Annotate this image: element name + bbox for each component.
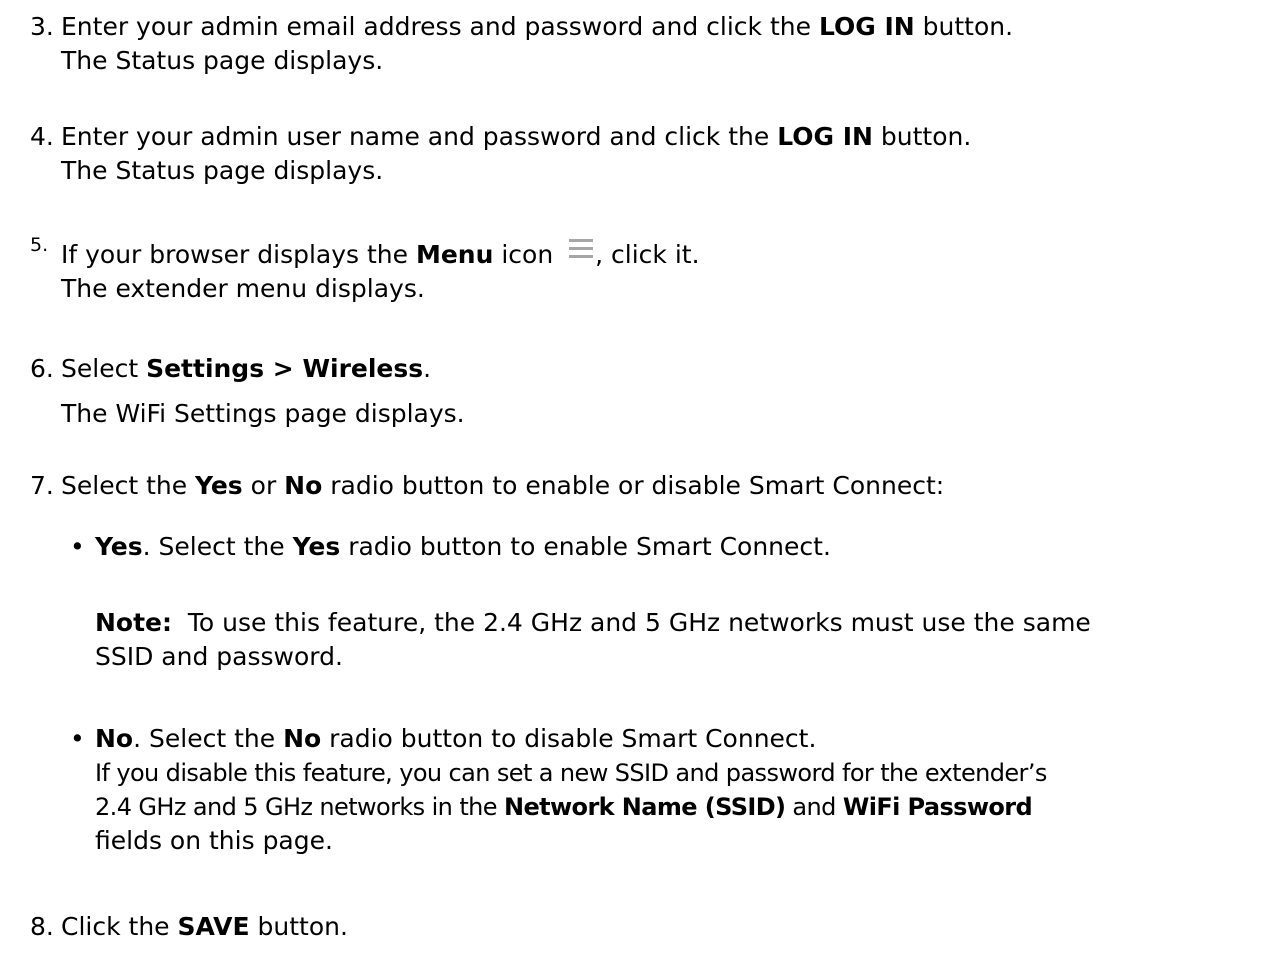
step-result: The Status page displays. xyxy=(61,156,384,185)
bullet-yes: • Yes. Select the Yes radio button to en… xyxy=(70,530,1265,564)
settings-wireless-label: Settings > Wireless xyxy=(146,354,424,383)
save-label: SAVE xyxy=(177,912,250,941)
step-number: 3. xyxy=(30,12,54,41)
step-text: Select Settings > Wireless. The WiFi Set… xyxy=(61,352,1261,431)
step-text: Enter your admin email address and passw… xyxy=(61,10,1261,78)
log-in-label: LOG IN xyxy=(818,12,915,41)
yes-label: Yes xyxy=(195,471,243,500)
bullet-marker: • xyxy=(70,532,85,561)
log-in-label: LOG IN xyxy=(777,122,873,151)
note-block: Note: To use this feature, the 2.4 GHz a… xyxy=(95,608,1091,671)
step-number: 7. xyxy=(30,471,54,500)
bullet-marker: • xyxy=(70,724,85,753)
step-result: The WiFi Settings page displays. xyxy=(61,399,465,428)
menu-label: Menu xyxy=(415,240,494,269)
step-text: If your browser displays the Menu icon ,… xyxy=(61,238,1261,306)
step-result: The Status page displays. xyxy=(61,46,384,75)
step-text: Select the Yes or No radio button to ena… xyxy=(61,471,945,500)
step-text: Enter your admin user name and password … xyxy=(61,120,1261,188)
step-number: 8. xyxy=(30,912,54,941)
no-label: No xyxy=(284,471,323,500)
bullet-no: • No. Select the No radio button to disa… xyxy=(70,724,1047,855)
step-number: 6. xyxy=(30,354,54,383)
step-text: Click the SAVE button. xyxy=(61,912,348,941)
step-number: 5. xyxy=(30,234,49,256)
step-number: 4. xyxy=(30,122,54,151)
note-label: Note: xyxy=(95,608,173,637)
hamburger-menu-icon xyxy=(569,239,594,258)
step-result: The extender menu displays. xyxy=(61,274,425,303)
